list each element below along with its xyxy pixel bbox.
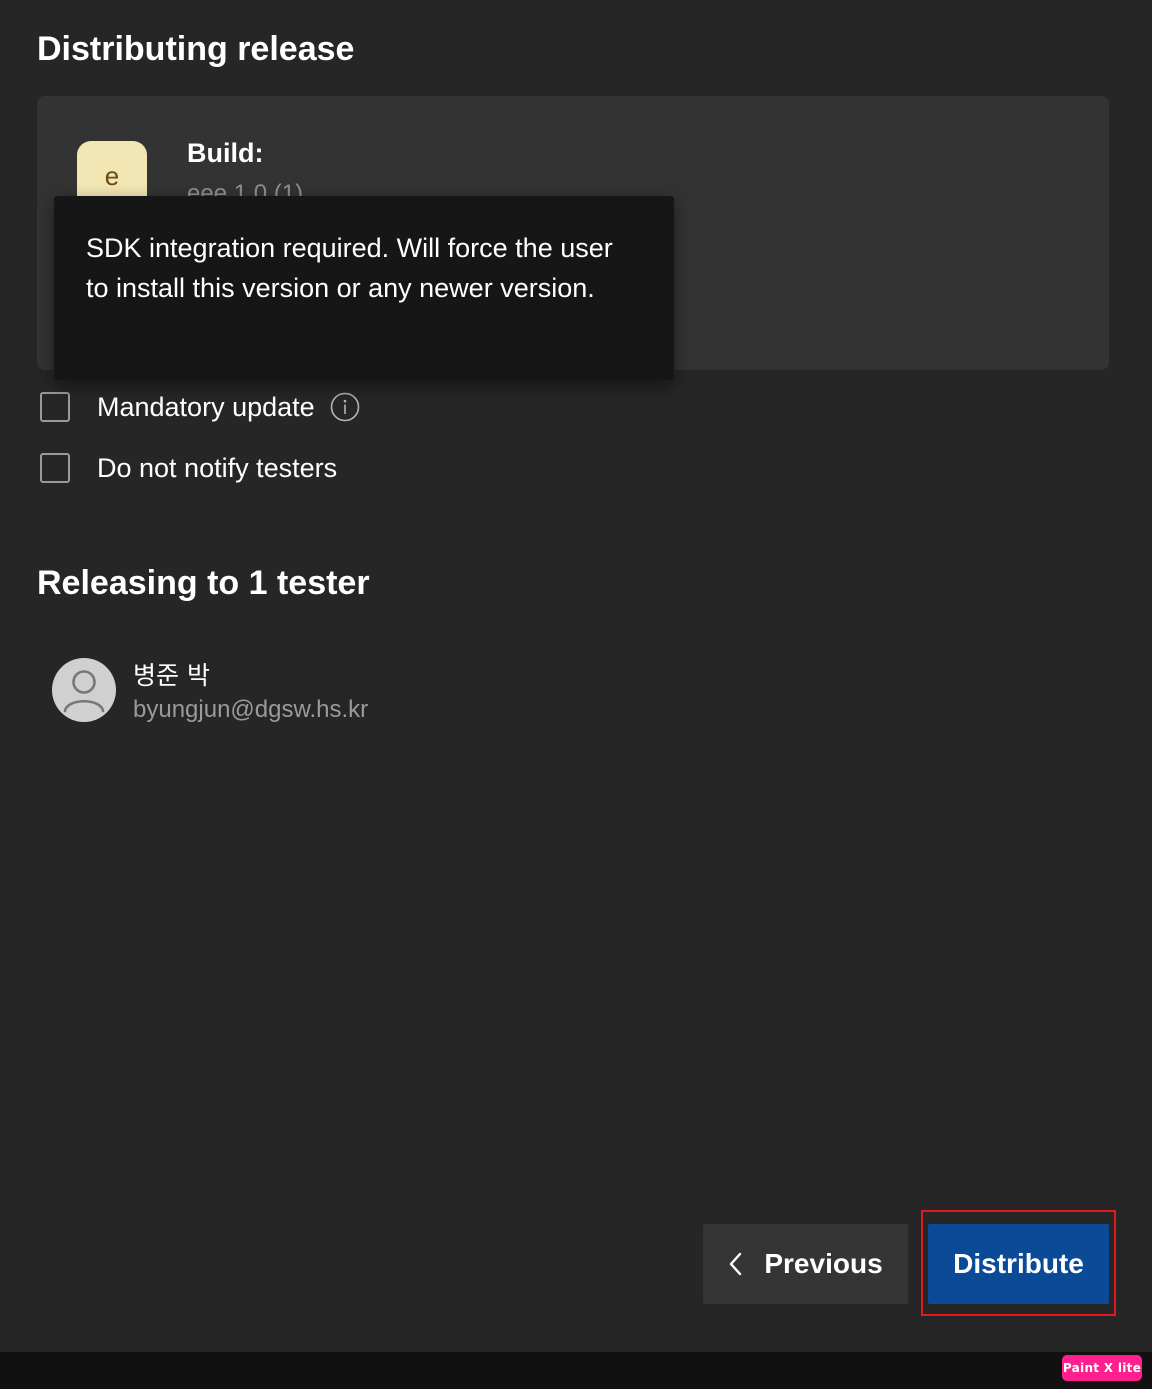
previous-button[interactable]: Previous [703,1224,908,1304]
previous-button-label: Previous [764,1248,883,1279]
build-label: Build: [187,138,264,168]
do-not-notify-label[interactable]: Do not notify testers [97,453,337,484]
mandatory-update-option[interactable]: Mandatory update [40,390,360,424]
mandatory-update-tooltip: SDK integration required. Will force the… [54,196,674,380]
chevron-left-icon [730,1252,742,1276]
bottom-bar [0,1352,1152,1389]
info-icon[interactable] [330,392,360,422]
page-title: Distributing release [37,30,355,68]
tester-row: 병준 박 byungjun@dgsw.hs.kr [52,656,552,726]
tester-name: 병준 박 [133,661,210,690]
user-avatar-icon [52,658,116,722]
watermark-badge: Paint X lite [1062,1355,1142,1381]
do-not-notify-checkbox[interactable] [40,453,70,483]
mandatory-update-label[interactable]: Mandatory update [97,392,315,423]
mandatory-update-checkbox[interactable] [40,392,70,422]
testers-heading: Releasing to 1 tester [37,564,370,602]
tester-email: byungjun@dgsw.hs.kr [133,696,369,723]
do-not-notify-option[interactable]: Do not notify testers [40,451,337,485]
distribute-button[interactable]: Distribute [928,1224,1109,1304]
